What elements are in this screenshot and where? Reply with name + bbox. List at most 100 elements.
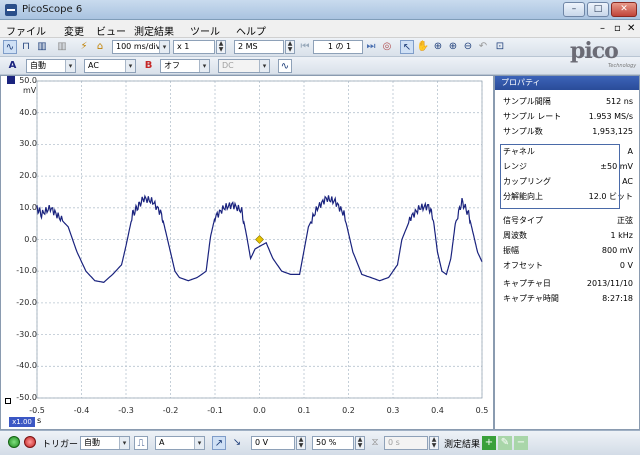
spectrum-mode-icon[interactable]: ▥ [35, 40, 49, 54]
mdi-minimize-icon[interactable]: – [600, 23, 605, 34]
zoom-area-icon[interactable]: ⊕ [431, 40, 445, 54]
rising-edge-icon[interactable]: ↗ [212, 436, 226, 450]
select-pointer-icon[interactable]: ↖ [400, 40, 414, 54]
channel-b-coupling-select[interactable]: DC ▾ [218, 59, 270, 73]
channel-a-range-value: 自動 [30, 61, 46, 70]
chevron-down-icon: ▾ [199, 60, 209, 72]
chevron-down-icon: ▾ [194, 437, 204, 449]
minimize-button[interactable]: – [563, 2, 585, 17]
measurements-label: 測定結果 [444, 440, 481, 450]
trigger-delay-field[interactable]: 0 s [384, 436, 428, 450]
zoom-factor-field[interactable]: x 1 [173, 40, 215, 54]
app-icon [5, 4, 17, 16]
properties-header: プロパティ [495, 76, 639, 90]
zoom-factor-value: x 1 [177, 42, 190, 51]
menu-edit[interactable]: 変更 [64, 23, 84, 38]
channel-properties-box [500, 144, 620, 209]
chevron-down-icon: ▾ [119, 437, 129, 449]
timebase-select[interactable]: 100 ms/div ▾ [112, 40, 170, 54]
zoom-out-icon[interactable]: ⊖ [461, 40, 475, 54]
horizontal-scroll-handle[interactable] [5, 398, 11, 404]
channel-a-coupling-value: AC [88, 61, 99, 70]
scope-mode-icon[interactable]: ∿ [3, 40, 17, 54]
add-measurement-icon[interactable]: + [482, 436, 496, 450]
property-value: 800 mV [601, 246, 633, 255]
channel-toolbar: A 自動 ▾ AC ▾ B オフ ▾ DC ▾ ∿ [0, 57, 640, 75]
channel-a-coupling-select[interactable]: AC ▾ [84, 59, 136, 73]
channel-a-range-select[interactable]: 自動 ▾ [26, 59, 76, 73]
next-buffer-icon[interactable]: ⏭ [364, 40, 378, 54]
channel-options-icon[interactable]: ∿ [278, 59, 292, 73]
edit-measurement-icon[interactable]: ✎ [498, 436, 512, 450]
property-value: 512 ns [605, 97, 633, 106]
maximize-button[interactable]: □ [587, 2, 609, 17]
property-value: 2013/11/10 [586, 279, 633, 288]
trigger-level-field[interactable]: 0 V [251, 436, 295, 450]
property-row: キャプチャ日 2013/11/10 [503, 277, 633, 291]
menu-file[interactable]: ファイル [6, 23, 46, 38]
property-row: サンプル レート 1.953 MS/s [503, 110, 633, 124]
home-icon[interactable]: ⌂ [93, 40, 107, 54]
persistence-mode-icon[interactable]: ⊓ [19, 40, 33, 54]
trigger-level-value: 0 V [255, 438, 269, 447]
property-value: 1.953 MS/s [588, 112, 633, 121]
trigger-label: トリガー [42, 440, 79, 450]
x-tick-label: -0.3 [118, 406, 134, 415]
property-key: オフセット [503, 261, 543, 270]
x-axis-unit: s [37, 416, 42, 425]
channel-a-marker[interactable] [7, 76, 15, 84]
property-value: 1,953,125 [592, 127, 633, 136]
chevron-down-icon: ▾ [65, 60, 75, 72]
menu-tools[interactable]: ツール [190, 23, 220, 38]
property-key: サンプル レート [503, 112, 562, 121]
property-value: 正弦 [617, 216, 633, 225]
y-axis-unit: mV [23, 86, 37, 95]
stop-capture-button[interactable] [24, 436, 36, 448]
buffer-navigator[interactable]: 1 の 1 [313, 40, 363, 54]
zoom-in-icon[interactable]: ⊕ [446, 40, 460, 54]
property-row: キャプチャ時間 8:27:18 [503, 292, 633, 306]
property-key: 周波数 [503, 231, 527, 240]
y-tick-label: 10.0 [19, 202, 37, 212]
pre-trigger-field[interactable]: 50 % [312, 436, 354, 450]
hand-pan-icon[interactable]: ✋ [416, 40, 430, 54]
buffer-overview-icon[interactable]: ◎ [380, 40, 394, 54]
x-tick-label: -0.2 [162, 406, 179, 415]
y-tick-label: -50.0 [16, 393, 37, 402]
undo-zoom-icon[interactable]: ↶ [476, 40, 490, 54]
picoscope-window: PicoScope 6 – □ ✕ ファイル 変更 ビュー 測定結果 ツール ヘ… [0, 0, 640, 455]
first-buffer-icon[interactable]: ⏮ [298, 40, 312, 54]
trigger-marker[interactable] [255, 235, 264, 244]
probe-icon[interactable]: ⚡ [77, 40, 91, 54]
start-capture-button[interactable] [8, 436, 20, 448]
falling-edge-icon[interactable]: ↘ [230, 436, 244, 450]
property-row: 振幅 800 mV [503, 244, 633, 258]
menu-measurements[interactable]: 測定結果 [134, 23, 174, 38]
mdi-close-icon[interactable]: ✕ [627, 23, 635, 34]
mdi-restore-icon[interactable]: ▫ [614, 23, 621, 34]
samples-spinner[interactable]: ▲ ▼ [285, 40, 295, 54]
delay-icon[interactable]: ⧖ [368, 436, 382, 450]
property-row: 信号タイプ 正弦 [503, 214, 633, 228]
samples-field[interactable]: 2 MS [234, 40, 284, 54]
pre-trigger-spinner[interactable]: ▲ ▼ [355, 436, 365, 450]
property-value: AC [622, 177, 633, 186]
math-channel-icon[interactable]: ▥ [55, 40, 69, 54]
channel-b-range-select[interactable]: オフ ▾ [160, 59, 210, 73]
trigger-level-spinner[interactable]: ▲ ▼ [296, 436, 306, 450]
trigger-mode-value: 自動 [84, 438, 100, 447]
scope-view[interactable]: mV 50.0 40.0 30.0 20.0 10.0 0.0 -10.0 -20.0 -30.… [0, 75, 494, 430]
zoom-spinner[interactable]: ▲ ▼ [216, 40, 226, 54]
zoom-fit-icon[interactable]: ⊡ [493, 40, 507, 54]
close-button[interactable]: ✕ [611, 2, 637, 17]
trigger-mode-select[interactable]: 自動 ▾ [80, 436, 130, 450]
trigger-delay-spinner[interactable]: ▲ ▼ [429, 436, 439, 450]
trigger-type-icon[interactable]: ⎍ [134, 436, 148, 450]
trigger-source-select[interactable]: A ▾ [155, 436, 205, 450]
delete-measurement-icon[interactable]: − [514, 436, 528, 450]
y-tick-label: 30.0 [19, 139, 37, 149]
waveform-plot[interactable] [1, 76, 493, 429]
x-tick-label: 0.5 [475, 406, 489, 415]
menu-help[interactable]: ヘルプ [236, 23, 266, 38]
menu-view[interactable]: ビュー [96, 23, 126, 38]
